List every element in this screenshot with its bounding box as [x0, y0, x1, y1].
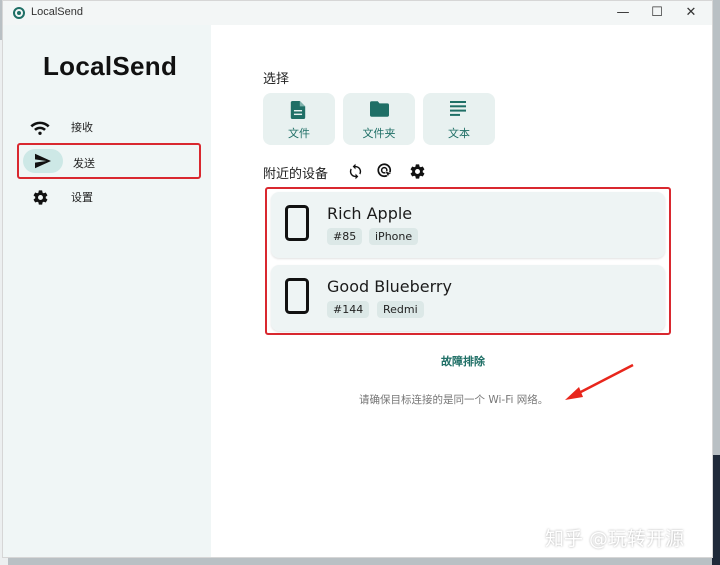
sidebar: LocalSend 接收 发送 设置	[3, 25, 211, 557]
refresh-icon[interactable]	[345, 161, 365, 181]
device-model-badge: Redmi	[377, 301, 424, 318]
select-folder-label: 文件夹	[362, 127, 396, 140]
sidebar-item-label: 发送	[73, 157, 95, 170]
device-card-good-blueberry[interactable]: Good Blueberry #144 Redmi	[271, 265, 665, 331]
sidebar-item-receive[interactable]: 接收	[17, 109, 201, 145]
file-icon	[290, 101, 306, 123]
folder-icon	[370, 101, 389, 121]
send-icon	[23, 149, 63, 173]
maximize-button[interactable]: ☐	[640, 1, 674, 25]
select-file-button[interactable]: 文件	[263, 93, 335, 145]
nearby-devices-label: 附近的设备	[263, 167, 329, 182]
device-name: Rich Apple	[327, 204, 413, 223]
app-logo-icon	[13, 7, 25, 19]
annotation-arrow-icon	[561, 363, 637, 407]
select-text-label: 文本	[448, 127, 470, 140]
sidebar-item-label: 接收	[71, 121, 93, 134]
title-bar[interactable]: LocalSend — ☐ ✕	[3, 1, 712, 25]
minimize-button[interactable]: —	[606, 1, 640, 25]
background-window-right	[712, 455, 720, 565]
device-model-badge: iPhone	[369, 228, 419, 245]
sidebar-item-send[interactable]: 发送	[17, 143, 201, 179]
device-list: Rich Apple #85 iPhone Good Blueberry #14…	[265, 187, 671, 335]
text-icon	[450, 101, 466, 120]
troubleshoot-link[interactable]: 故障排除	[441, 353, 485, 369]
sidebar-item-settings[interactable]: 设置	[17, 179, 201, 215]
device-settings-gear-icon[interactable]	[407, 161, 427, 181]
select-text-button[interactable]: 文本	[423, 93, 495, 145]
device-card-rich-apple[interactable]: Rich Apple #85 iPhone	[271, 192, 665, 258]
brand-title: LocalSend	[43, 51, 178, 81]
select-file-label: 文件	[288, 127, 310, 140]
device-id-badge: #144	[327, 301, 370, 318]
gear-icon	[23, 185, 57, 209]
device-name: Good Blueberry	[327, 277, 452, 296]
wifi-hint-text: 请确保目标连接的是同一个 Wi-Fi 网络。	[359, 394, 549, 406]
window-title: LocalSend	[31, 6, 83, 18]
phone-icon	[285, 278, 309, 318]
scan-target-icon[interactable]	[375, 161, 395, 181]
watermark-text: 知乎 @玩转开源	[545, 528, 685, 550]
select-folder-button[interactable]: 文件夹	[343, 93, 415, 145]
main-content: 选择 文件 文件夹 文本 附近的设备 Rich Apple #85 iPhone…	[211, 25, 712, 557]
close-button[interactable]: ✕	[674, 1, 708, 25]
device-id-badge: #85	[327, 228, 363, 245]
select-section-label: 选择	[263, 72, 290, 87]
phone-icon	[285, 205, 309, 245]
sidebar-item-label: 设置	[71, 191, 93, 204]
wifi-icon	[23, 115, 57, 139]
app-window: LocalSend — ☐ ✕ LocalSend 接收 发送 设置 选择 文件…	[2, 0, 713, 558]
